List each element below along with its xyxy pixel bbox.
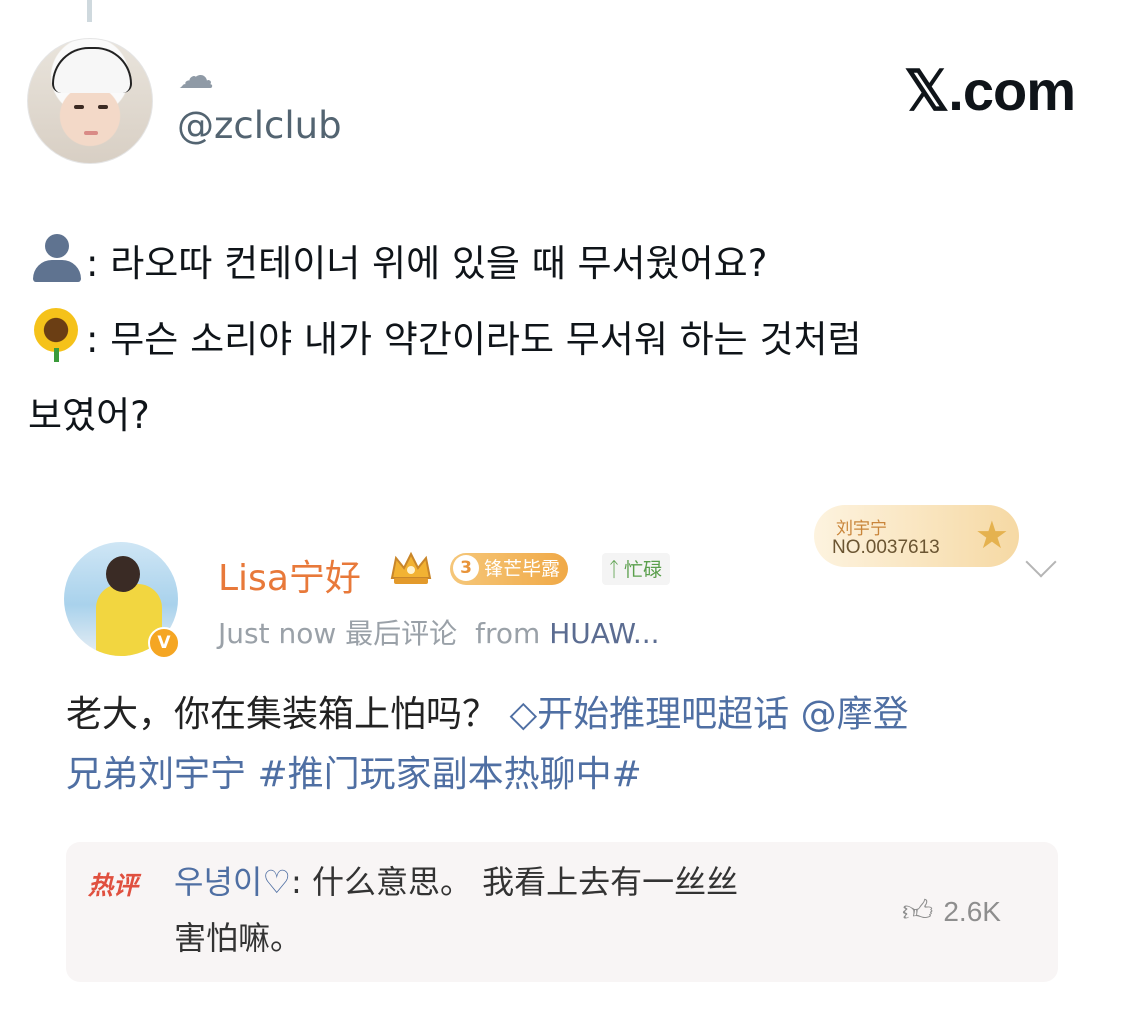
device-source: HUAW... xyxy=(549,617,660,650)
chevron-down-icon[interactable] xyxy=(1025,546,1057,578)
star-icon: ★ xyxy=(974,513,1009,557)
sunflower-icon xyxy=(28,308,86,362)
fan-number-card[interactable]: 刘宇宁 NO.0037613 ★ xyxy=(814,505,1019,567)
tweet-answer: 무슨 소리야 내가 약간이라도 무서워 하는 것처럼 xyxy=(110,318,862,361)
running-figure-icon: ᛏ xyxy=(608,557,620,581)
like-count: 2.6K xyxy=(943,896,1001,927)
fan-level-badge: 3 锋芒毕露 xyxy=(450,553,569,585)
comment-time: Just now 最后评论 xyxy=(218,617,458,650)
hot-reply-box[interactable]: 热评 우녕이♡: 什么意思。 我看上去有一丝丝 害怕嘛。 👍︎ 2.6K xyxy=(66,842,1058,982)
hot-reply-user[interactable]: 우녕이♡ xyxy=(174,863,291,901)
author-handle[interactable]: @zclclub xyxy=(177,104,342,147)
comment-meta: Just now 最后评论 from HUAW... xyxy=(218,617,660,650)
tweet-body: : 라오따 컨테이너 위에 있을 때 무서웠어요? : 무슨 소리야 내가 약간… xyxy=(28,226,1088,454)
author-avatar[interactable] xyxy=(27,38,153,164)
person-silhouette-icon xyxy=(28,234,86,282)
comment-text: 老大，你在集装箱上怕吗？ ◇开始推理吧超话 @摩登 兄弟刘宇宁 #推门玩家副本热聊… xyxy=(66,694,909,795)
thread-connector-line xyxy=(87,0,92,22)
busy-status-badge: ᛏ 忙碌 xyxy=(602,553,671,585)
tweet-line-1: : 라오따 컨테이너 위에 있을 때 무서웠어요? xyxy=(28,226,1088,302)
hot-comment-tag: 热评 xyxy=(88,871,139,900)
cloud-icon: ☁ xyxy=(178,56,214,97)
hashtag-link[interactable]: #推门玩家副本热聊中# xyxy=(257,754,641,795)
hot-reply-text: 우녕이♡: 什么意思。 我看上去有一丝丝 害怕嘛。 xyxy=(174,863,739,957)
tweet-line-3: 보였어? xyxy=(28,394,150,437)
tweet-line-2: : 무슨 소리야 내가 약간이라도 무서워 하는 것처럼 xyxy=(28,302,1088,378)
tweet-question: 라오따 컨테이너 위에 있을 때 무서웠어요? xyxy=(110,242,768,285)
x-logo-text: 𝕏.com xyxy=(904,59,1076,122)
supertopic-link[interactable]: ◇开始推理吧超话 xyxy=(509,694,789,735)
commenter-name[interactable]: Lisa宁好 xyxy=(218,549,361,601)
crown-icon xyxy=(390,551,432,584)
like-button[interactable]: 👍︎ 2.6K xyxy=(902,894,1001,930)
thumbs-up-icon: 👍︎ xyxy=(902,895,934,928)
weibo-comment-card: V Lisa宁好 3 锋芒毕露 ᛏ 忙碌 刘宇宁 NO.0037613 ★ Just… xyxy=(64,505,1064,1005)
verified-badge-icon: V xyxy=(148,627,180,659)
